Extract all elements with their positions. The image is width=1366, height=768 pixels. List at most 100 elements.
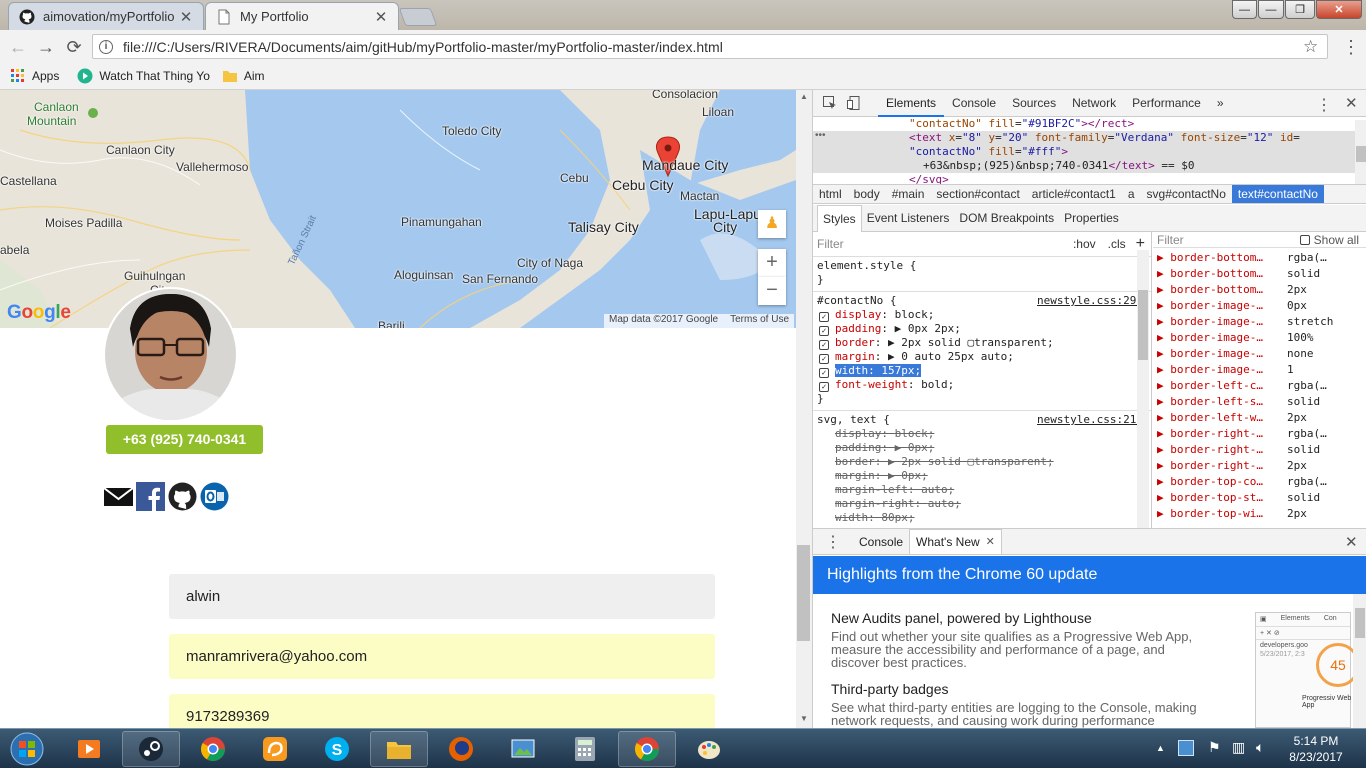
dom-node-line[interactable]: "contactNo" fill="#fff">	[813, 145, 1366, 159]
breadcrumb-item[interactable]: a	[1122, 185, 1141, 203]
restore-button[interactable]: ❐	[1285, 0, 1315, 19]
outlook-icon[interactable]	[200, 482, 229, 511]
bookmark-apps[interactable]: Apps	[10, 68, 59, 84]
zoom-in-button[interactable]: +	[758, 249, 786, 277]
style-declaration[interactable]: padding: ▶ 0px;	[817, 441, 1147, 455]
style-rule[interactable]: svg, text {newstyle.css:218 display: bloc…	[813, 411, 1151, 528]
drawer-menu-icon[interactable]: ⋮	[825, 532, 841, 552]
computed-property[interactable]: ▶ border-top-st… solid	[1153, 490, 1366, 506]
computed-property[interactable]: ▶ border-image-… 1	[1153, 362, 1366, 378]
tab-styles[interactable]: Styles	[817, 204, 862, 232]
taskbar-firefox[interactable]	[432, 731, 490, 767]
computed-property[interactable]: ▶ border-image-… none	[1153, 346, 1366, 362]
tab-event-listeners[interactable]: Event Listeners	[862, 205, 955, 232]
tab-aimovation[interactable]: aimovation/myPortfolio ✕	[8, 2, 204, 30]
style-declaration[interactable]: ✓ margin: ▶ 0 auto 25px auto;	[817, 350, 1147, 364]
menu-icon[interactable]: ⋮	[1342, 37, 1360, 57]
tab-close-icon[interactable]: ✕	[179, 8, 193, 26]
forward-button[interactable]: →	[34, 35, 58, 59]
taskbar-skype[interactable]: S	[308, 731, 366, 767]
tab-dom-breakpoints[interactable]: DOM Breakpoints	[954, 205, 1059, 232]
declaration-checkbox[interactable]: ✓	[819, 326, 829, 336]
phone-field[interactable]: 9173289369	[169, 694, 715, 728]
rule-source-link[interactable]: newstyle.css:298	[1037, 294, 1143, 308]
breadcrumb-item[interactable]: #main	[886, 185, 931, 203]
tab-properties[interactable]: Properties	[1059, 205, 1124, 232]
start-button[interactable]	[2, 731, 52, 767]
style-declaration[interactable]: width: 80px;	[817, 511, 1147, 525]
computed-property[interactable]: ▶ border-left-w… 2px	[1153, 410, 1366, 426]
pegman-icon[interactable]: ♟	[758, 210, 786, 238]
breadcrumb-item[interactable]: body	[848, 185, 886, 203]
action-center-flag-icon[interactable]: ⚑	[1208, 739, 1221, 756]
style-declaration[interactable]: ✓ padding: ▶ 0px 2px;	[817, 322, 1147, 336]
scroll-down-arrow-icon[interactable]: ▼	[800, 714, 808, 723]
tab-close-icon[interactable]: ✕	[374, 8, 388, 26]
computed-property[interactable]: ▶ border-bottom… solid	[1153, 266, 1366, 282]
close-tab-icon[interactable]: ✕	[986, 530, 995, 555]
styles-scrollbar[interactable]	[1137, 250, 1149, 528]
taskbar-photo-viewer[interactable]	[494, 731, 552, 767]
drawer-tab-whats-new[interactable]: What's New ✕	[909, 529, 1002, 554]
back-button[interactable]: ←	[6, 35, 30, 59]
system-clock[interactable]: 5:14 PM 8/23/2017	[1276, 733, 1356, 765]
taskbar-steam[interactable]	[122, 731, 180, 767]
dom-ellipsis-icon[interactable]: •••	[815, 130, 826, 141]
more-tabs-icon[interactable]: »	[1209, 90, 1232, 117]
styles-filter-input[interactable]: Filter	[817, 237, 1073, 251]
minimize-button-2[interactable]: —	[1258, 0, 1284, 19]
style-declaration[interactable]: ✓ display: block;	[817, 308, 1147, 322]
scroll-up-arrow-icon[interactable]: ▲	[800, 92, 808, 101]
taskbar-explorer[interactable]	[370, 731, 428, 767]
style-declaration[interactable]: margin-right: auto;	[817, 497, 1147, 511]
style-declaration[interactable]: display: block;	[817, 427, 1147, 441]
style-declaration[interactable]: margin: ▶ 0px;	[817, 469, 1147, 483]
taskbar-chrome-active[interactable]	[618, 731, 676, 767]
devtools-close-icon[interactable]: ✕	[1345, 94, 1358, 112]
contact-number-button[interactable]: +63 (925) 740-0341	[106, 425, 263, 454]
declaration-checkbox[interactable]: ✓	[819, 312, 829, 322]
email-field[interactable]: manramrivera@yahoo.com	[169, 634, 715, 679]
computed-property[interactable]: ▶ border-left-s… solid	[1153, 394, 1366, 410]
dom-node-line[interactable]: +63&nbsp;(925)&nbsp;740-0341</text> == $…	[813, 159, 1366, 173]
style-declaration[interactable]: border: ▶ 2px solid ▢transparent;	[817, 455, 1147, 469]
tab-console[interactable]: Console	[944, 90, 1004, 117]
computed-filter-input[interactable]: Filter	[1157, 233, 1300, 247]
minimize-button[interactable]: —	[1232, 0, 1257, 19]
style-declaration[interactable]: ✓ font-weight: bold;	[817, 378, 1147, 392]
cls-toggle[interactable]: .cls	[1108, 237, 1126, 251]
show-all-checkbox[interactable]	[1299, 234, 1310, 245]
taskbar-paint[interactable]	[680, 731, 738, 767]
declaration-checkbox[interactable]: ✓	[819, 354, 829, 364]
tray-expand-icon[interactable]: ▲	[1156, 743, 1165, 753]
dom-tree[interactable]: "contactNo" fill="#91BF2C"></rect> <text …	[813, 117, 1366, 186]
computed-property[interactable]: ▶ border-bottom… 2px	[1153, 282, 1366, 298]
style-rule[interactable]: #contactNo {newstyle.css:298 ✓ display: bl…	[813, 292, 1151, 411]
reload-button[interactable]: ⟳	[62, 35, 86, 59]
breadcrumb-item[interactable]: html	[813, 185, 848, 203]
style-declaration[interactable]: ✓ border: ▶ 2px solid ▢transparent;	[817, 336, 1147, 350]
taskbar-uc-browser[interactable]	[246, 731, 304, 767]
computed-property[interactable]: ▶ border-image-… stretch	[1153, 314, 1366, 330]
computed-property[interactable]: ▶ border-top-wi… 2px	[1153, 506, 1366, 522]
declaration-checkbox[interactable]: ✓	[819, 382, 829, 392]
taskbar-media-player[interactable]	[60, 731, 118, 767]
tab-my-portfolio[interactable]: My Portfolio ✕	[205, 2, 399, 30]
dom-node-line[interactable]: "contactNo" fill="#91BF2C"></rect>	[813, 117, 1366, 131]
tab-elements[interactable]: Elements	[878, 90, 945, 117]
computed-property[interactable]: ▶ border-left-c… rgba(…	[1153, 378, 1366, 394]
whats-new-scrollbar[interactable]	[1353, 594, 1366, 728]
dom-scrollbar[interactable]	[1355, 120, 1366, 184]
name-field[interactable]: alwin	[169, 574, 715, 619]
rule-source-link[interactable]: newstyle.css:218	[1037, 413, 1143, 427]
computed-property[interactable]: ▶ border-image-… 0px	[1153, 298, 1366, 314]
scroll-thumb[interactable]	[797, 545, 810, 641]
devtools-menu-icon[interactable]: ⋮	[1316, 95, 1332, 115]
facebook-icon[interactable]	[136, 482, 165, 511]
style-declaration[interactable]: margin-left: auto;	[817, 483, 1147, 497]
tab-performance[interactable]: Performance	[1124, 90, 1209, 117]
drawer-tab-console[interactable]: Console	[853, 535, 909, 549]
bookmark-star-icon[interactable]: ☆	[1303, 37, 1323, 57]
style-rule[interactable]: element.style {}	[813, 257, 1151, 292]
declaration-checkbox[interactable]: ✓	[819, 340, 829, 350]
